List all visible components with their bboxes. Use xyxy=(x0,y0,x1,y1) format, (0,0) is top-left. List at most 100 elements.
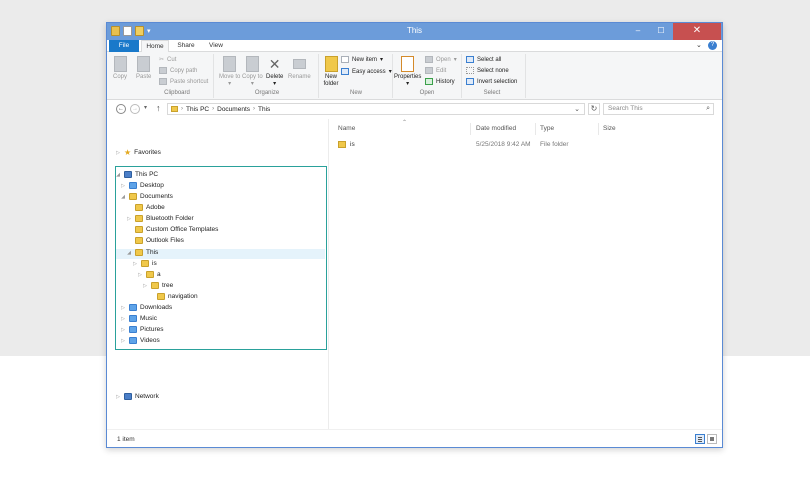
back-button[interactable]: ← xyxy=(116,104,126,114)
breadcrumb-this-pc[interactable]: This PC xyxy=(186,106,209,113)
expand-ribbon-icon[interactable]: ⌄ xyxy=(696,41,702,49)
breadcrumb-this[interactable]: This xyxy=(258,106,270,113)
tab-share[interactable]: Share xyxy=(171,40,201,52)
copy-path-icon xyxy=(159,67,167,74)
move-to-button[interactable]: Move to ▾ xyxy=(219,56,240,88)
close-button[interactable]: ✕ xyxy=(673,23,721,40)
breadcrumb-documents[interactable]: Documents xyxy=(217,106,250,113)
easy-access-icon xyxy=(341,68,349,75)
refresh-button[interactable]: ↻ xyxy=(588,103,600,115)
select-none-button[interactable]: Select none xyxy=(466,67,509,74)
nav-item-favorites[interactable]: ▷ ★ Favorites xyxy=(115,148,161,157)
search-icon: ⌕ xyxy=(706,105,710,112)
edit-button[interactable]: Edit xyxy=(425,67,446,74)
table-row[interactable]: is 5/25/2018 9:42 AM File folder xyxy=(336,139,716,150)
file-name: is xyxy=(350,141,355,148)
sort-indicator-icon: ⌃ xyxy=(402,120,408,126)
large-icons-view-button[interactable] xyxy=(707,434,717,444)
invert-selection-button[interactable]: Invert selection xyxy=(466,78,517,85)
column-divider[interactable] xyxy=(598,123,599,135)
thumbnail-icon xyxy=(710,437,714,441)
paste-icon xyxy=(137,56,151,72)
folder-icon xyxy=(171,106,178,112)
new-folder-icon xyxy=(324,56,338,72)
file-list: ⌃ Name Date modified Type Size is 5/25/2… xyxy=(330,119,722,429)
navigation-pane: ▷ ★ Favorites ◢ This PC ▷ Desktop ◢ Docu… xyxy=(107,119,329,429)
tab-view[interactable]: View xyxy=(203,40,229,52)
network-icon xyxy=(124,393,132,400)
group-label-select: Select xyxy=(483,90,501,96)
scissors-icon: ✂ xyxy=(159,57,165,63)
copy-path-button[interactable]: Copy path xyxy=(159,67,197,74)
copy-to-button[interactable]: Copy to ▾ xyxy=(242,56,263,88)
address-row: ← → ▾ ↑ › This PC › Documents › This ⌄ ↻… xyxy=(107,100,722,119)
details-view-button[interactable] xyxy=(695,434,705,444)
chevron-down-icon: ▾ xyxy=(228,81,232,87)
open-icon xyxy=(425,56,433,63)
invert-selection-icon xyxy=(466,78,474,85)
group-label-open: Open xyxy=(419,90,435,96)
properties-button[interactable]: Properties ▾ xyxy=(394,56,421,88)
edit-icon xyxy=(425,67,433,74)
tab-file[interactable]: File xyxy=(109,40,139,52)
file-type: File folder xyxy=(540,141,569,148)
tree-highlight-box xyxy=(115,166,327,350)
chevron-down-icon: ▾ xyxy=(273,81,277,87)
select-all-button[interactable]: Select all xyxy=(466,56,501,63)
open-button[interactable]: Open ▾ xyxy=(425,56,457,63)
chevron-right-icon[interactable]: › xyxy=(181,106,183,112)
chevron-down-icon: ▾ xyxy=(406,81,410,87)
address-bar[interactable]: › This PC › Documents › This ⌄ xyxy=(167,103,585,115)
new-folder-button[interactable]: New folder xyxy=(320,56,342,88)
delete-button[interactable]: ✕ Delete ▾ xyxy=(266,56,283,88)
copy-icon xyxy=(113,56,127,72)
group-label-clipboard: Clipboard xyxy=(164,90,190,96)
group-divider xyxy=(392,54,393,98)
copy-button[interactable]: Copy xyxy=(113,56,127,81)
copy-to-icon xyxy=(245,56,259,72)
group-label-organize: Organize xyxy=(254,90,280,96)
move-to-icon xyxy=(223,56,237,72)
folder-icon xyxy=(338,141,346,148)
easy-access-button[interactable]: Easy access ▾ xyxy=(341,68,392,75)
select-all-icon xyxy=(466,56,474,63)
column-divider[interactable] xyxy=(470,123,471,135)
delete-icon: ✕ xyxy=(268,56,281,72)
history-icon xyxy=(425,78,433,85)
history-button[interactable]: History xyxy=(425,78,455,85)
chevron-right-icon[interactable]: ▷ xyxy=(115,394,121,400)
chevron-right-icon[interactable]: › xyxy=(212,106,214,112)
minimize-button[interactable]: – xyxy=(627,23,649,40)
chevron-down-icon: ▾ xyxy=(250,81,254,87)
paste-shortcut-button[interactable]: Paste shortcut xyxy=(159,78,208,85)
group-divider xyxy=(213,54,214,98)
cut-button[interactable]: ✂ Cut xyxy=(159,56,176,64)
recent-locations-icon[interactable]: ▾ xyxy=(144,104,147,111)
chevron-down-icon[interactable]: ⌄ xyxy=(574,105,580,113)
paste-button[interactable]: Paste xyxy=(136,56,151,81)
status-bar: 1 item xyxy=(107,429,722,447)
new-item-button[interactable]: New item ▾ xyxy=(341,56,383,63)
rename-button[interactable]: Rename xyxy=(288,56,311,81)
up-button[interactable]: ↑ xyxy=(156,103,161,113)
group-divider xyxy=(525,54,526,98)
chevron-right-icon[interactable]: › xyxy=(253,106,255,112)
search-input[interactable]: Search This ⌕ xyxy=(603,103,714,115)
column-divider[interactable] xyxy=(535,123,536,135)
paste-shortcut-icon xyxy=(159,78,167,85)
column-header-size[interactable]: Size xyxy=(603,125,616,132)
group-label-new: New xyxy=(349,90,362,96)
chevron-right-icon[interactable]: ▷ xyxy=(115,150,121,156)
nav-item-network[interactable]: ▷ Network xyxy=(115,393,159,400)
ribbon-tabs: File Home Share View ⌄ ? xyxy=(107,40,722,53)
chevron-down-icon: ▾ xyxy=(453,57,457,63)
column-header-name[interactable]: Name xyxy=(338,125,355,132)
maximize-button[interactable]: ☐ xyxy=(650,23,672,40)
select-none-icon xyxy=(466,67,474,74)
column-header-date-modified[interactable]: Date modified xyxy=(476,125,516,132)
forward-button[interactable]: → xyxy=(130,104,140,114)
help-icon[interactable]: ? xyxy=(708,41,717,50)
column-header-type[interactable]: Type xyxy=(540,125,554,132)
file-date: 5/25/2018 9:42 AM xyxy=(476,141,531,148)
chevron-down-icon: ▾ xyxy=(380,57,384,63)
